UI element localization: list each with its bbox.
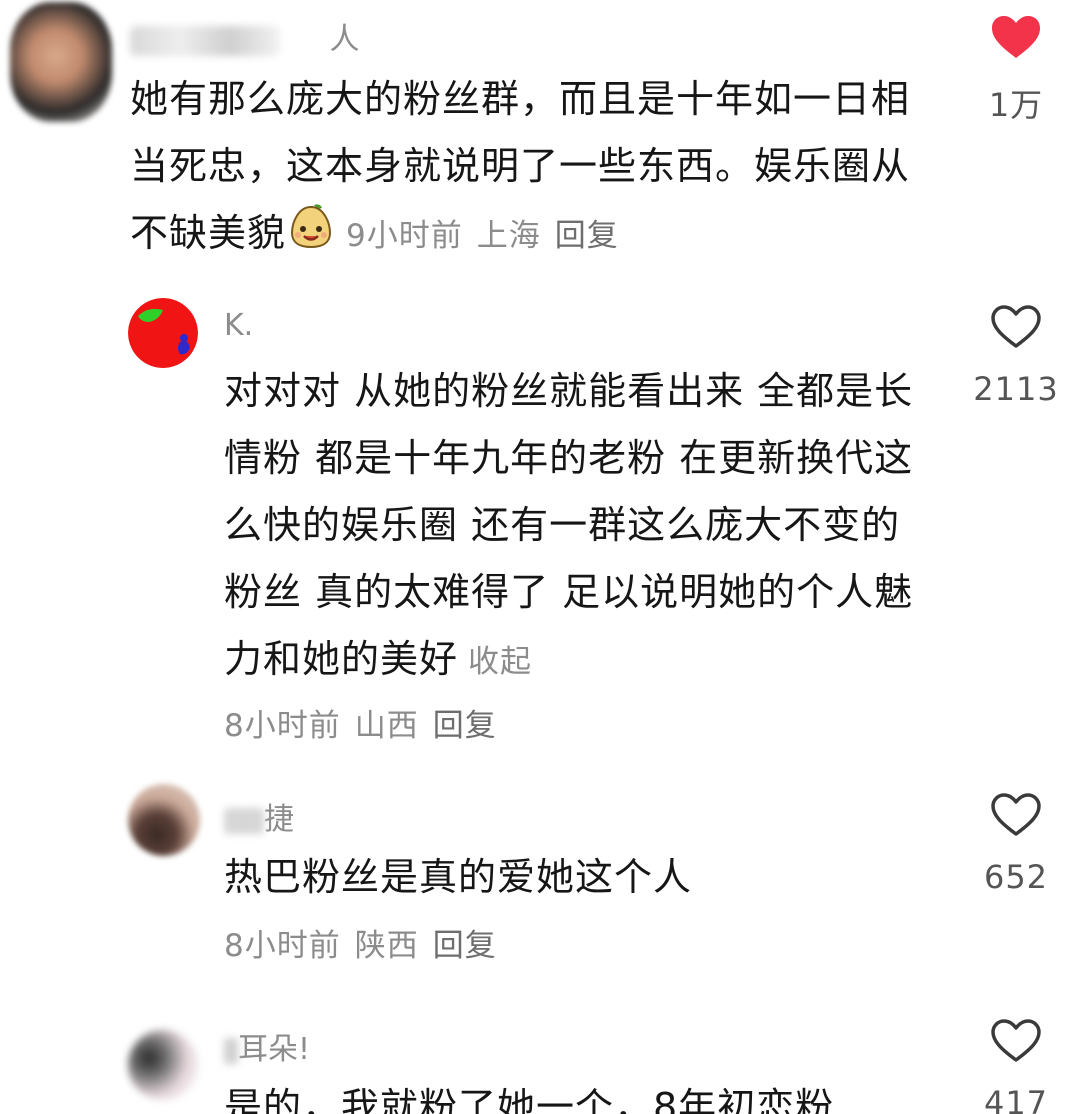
comment-4: 耳朵! 是的，我就粉了她一个，8年初恋粉 417 [0, 1010, 1080, 1114]
comment-time: 9小时前 [346, 218, 463, 254]
reply-button[interactable]: 回复 [433, 708, 497, 744]
comment-1: 人 她有那么庞大的粉丝群，而且是十年如一日相当死忠，这本身就说明了一些东西。娱乐… [0, 0, 1080, 280]
avatar[interactable] [128, 298, 198, 368]
like-button[interactable]: 2113 [956, 304, 1076, 408]
comment-meta: 8小时前 山西 回复 [224, 700, 511, 745]
comment-meta: 9小时前 上海 回复 [346, 218, 633, 254]
username[interactable]: 人 [130, 14, 360, 58]
like-count: 2113 [973, 370, 1059, 408]
like-count: 652 [983, 858, 1049, 896]
heart-outline-icon [991, 305, 1041, 348]
username-text: 耳朵! [238, 1032, 311, 1067]
like-count: 417 [983, 1084, 1049, 1114]
comment-text-wrap: 她有那么庞大的粉丝群，而且是十年如一日相当死忠，这本身就说明了一些东西。娱乐圈从… [130, 66, 940, 270]
avatar[interactable] [128, 1030, 198, 1100]
comment-text: 对对对 从她的粉丝就能看出来 全都是长情粉 都是十年九年的老粉 在更新换代这么快… [224, 369, 914, 681]
heart-outline-icon [991, 793, 1041, 836]
comment-location: 山西 [354, 708, 419, 744]
reply-button[interactable]: 回复 [555, 218, 619, 254]
username-text: 人 [329, 22, 360, 57]
username[interactable]: 捷 [224, 794, 294, 838]
like-button[interactable]: 417 [956, 1018, 1076, 1114]
comment-3: 捷 热巴粉丝是真的爱她这个人 8小时前 陕西 回复 652 [0, 780, 1080, 990]
smiling-pear-emoji-icon [288, 201, 334, 270]
comment-time: 8小时前 [224, 708, 341, 744]
username[interactable]: K. [224, 308, 253, 343]
comment-2: K. 对对对 从她的粉丝就能看出来 全都是长情粉 都是十年九年的老粉 在更新换代… [0, 290, 1080, 750]
like-count: 1万 [988, 86, 1044, 124]
username-text: 捷 [264, 802, 294, 837]
heart-outline-icon [991, 1019, 1041, 1062]
comment-time: 8小时前 [224, 928, 341, 964]
comment-text: 是的，我就粉了她一个，8年初恋粉 [224, 1085, 835, 1114]
avatar[interactable] [10, 2, 112, 122]
collapse-button[interactable]: 收起 [468, 644, 532, 680]
username[interactable]: 耳朵! [224, 1024, 310, 1068]
heart-filled-icon [992, 16, 1040, 58]
like-button[interactable]: 1万 [956, 14, 1076, 126]
comment-text: 热巴粉丝是真的爱她这个人 [224, 855, 693, 899]
comment-text-wrap: 对对对 从她的粉丝就能看出来 全都是长情粉 都是十年九年的老粉 在更新换代这么快… [224, 358, 924, 696]
comment-meta: 8小时前 陕西 回复 [224, 920, 511, 965]
comment-location: 陕西 [354, 928, 419, 964]
reply-button[interactable]: 回复 [433, 928, 497, 964]
comment-location: 上海 [476, 218, 541, 254]
like-button[interactable]: 652 [956, 792, 1076, 896]
avatar[interactable] [128, 784, 200, 856]
